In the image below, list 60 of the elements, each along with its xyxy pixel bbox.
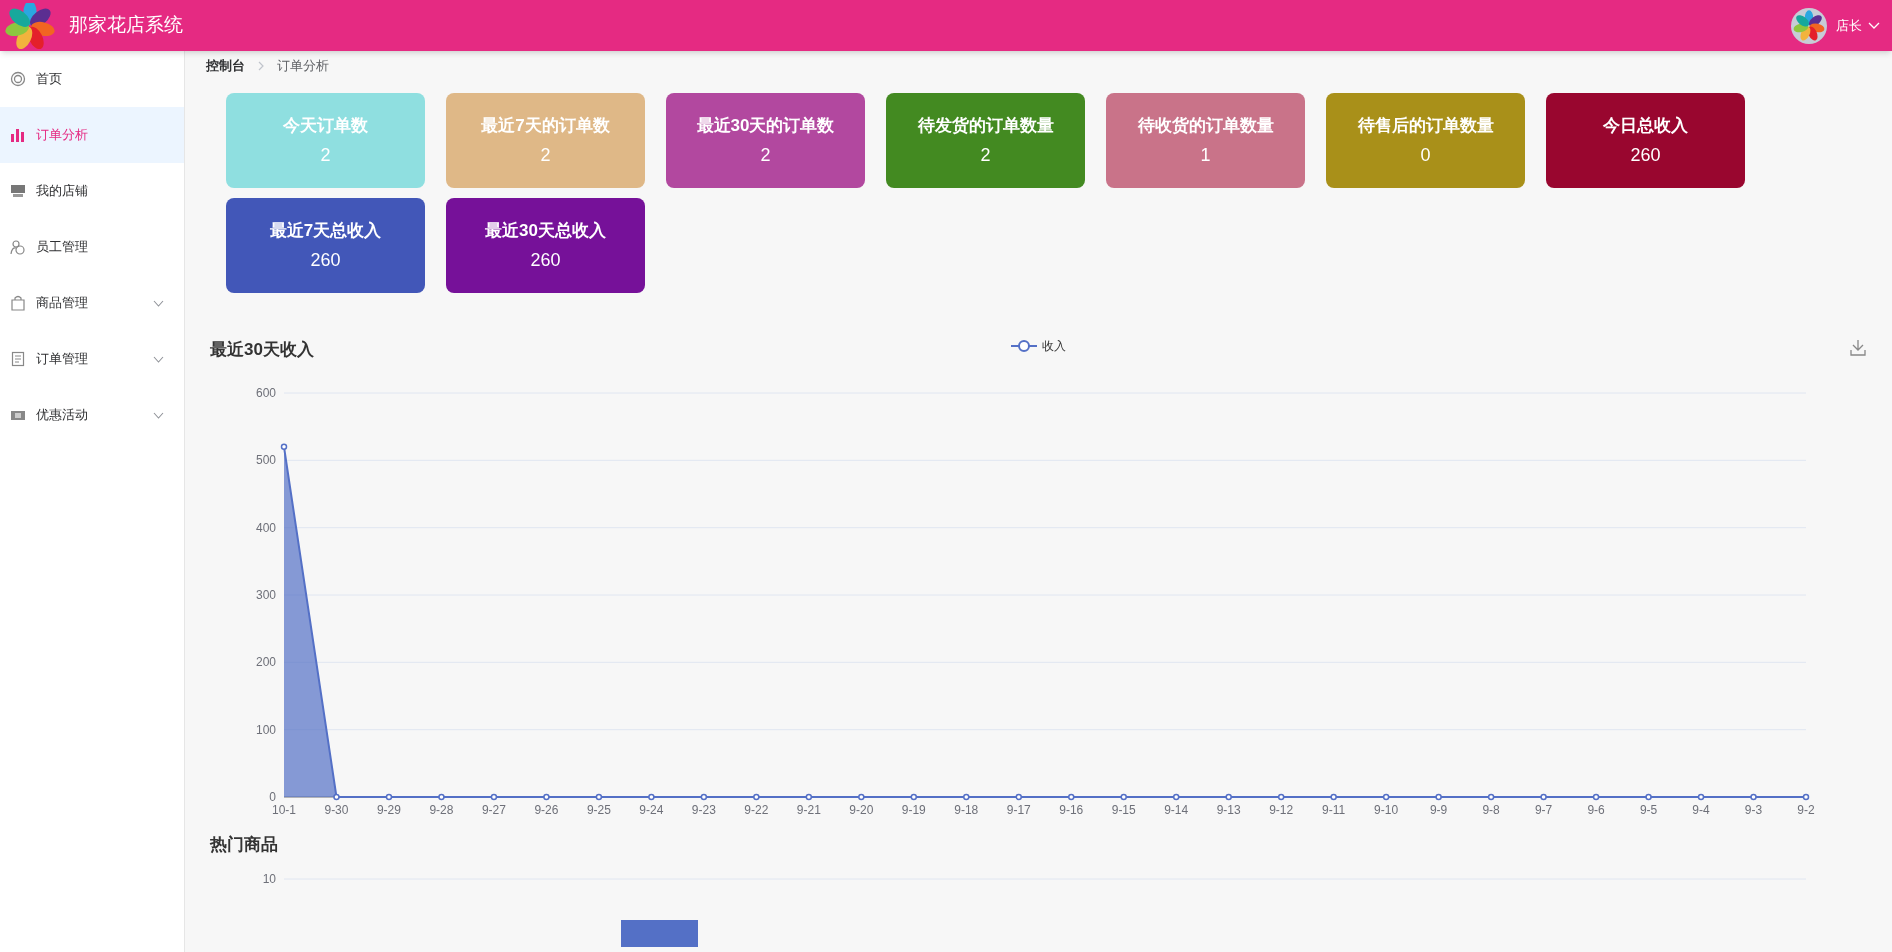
axis-label: 9-29 bbox=[376, 803, 401, 817]
axis-label: 9-10 bbox=[1374, 803, 1399, 817]
axis-label: 9-8 bbox=[1482, 803, 1500, 817]
chart-title: 最近30天收入 bbox=[209, 339, 314, 362]
card-title: 今日总收入 bbox=[1603, 114, 1688, 137]
axis-label: 9-28 bbox=[429, 803, 454, 817]
axis-label: 9-16 bbox=[1059, 803, 1084, 817]
axis-label: 9-13 bbox=[1216, 803, 1241, 817]
chart-title: 热门商品 bbox=[209, 834, 279, 856]
axis-label: 9-7 bbox=[1534, 803, 1553, 817]
card-value: 2 bbox=[980, 143, 991, 167]
card-value: 260 bbox=[310, 248, 341, 272]
axis-label: 10 bbox=[262, 872, 276, 886]
axis-label: 9-9 bbox=[1429, 803, 1448, 817]
card-title: 最近7天总收入 bbox=[269, 219, 382, 242]
card-title: 最近30天总收入 bbox=[485, 219, 606, 242]
card-value: 1 bbox=[1200, 143, 1211, 167]
app-title: 那家花店系统 bbox=[69, 13, 183, 38]
axis-label: 9-17 bbox=[1006, 803, 1031, 817]
axis-label: 9-6 bbox=[1587, 803, 1605, 817]
axis-label: 500 bbox=[255, 453, 276, 468]
axis-label: 9-5 bbox=[1639, 803, 1658, 817]
axis-label: 100 bbox=[255, 722, 276, 737]
card-title: 最近30天的订单数 bbox=[696, 114, 835, 137]
axis-label: 9-14 bbox=[1164, 803, 1189, 817]
axis-label: 600 bbox=[255, 386, 276, 400]
axis-label: 9-23 bbox=[691, 803, 716, 817]
axis-label: 9-30 bbox=[324, 803, 349, 817]
axis-label: 9-12 bbox=[1269, 803, 1294, 817]
axis-label: 9-4 bbox=[1692, 803, 1710, 817]
card-title: 最近7天的订单数 bbox=[481, 114, 610, 137]
card-title: 今天订单数 bbox=[283, 114, 368, 137]
card-value: 2 bbox=[760, 143, 771, 167]
axis-label: 9-21 bbox=[796, 803, 821, 817]
axis-label: 9-19 bbox=[901, 803, 926, 817]
axis-label: 300 bbox=[255, 588, 276, 602]
breadcrumb-current: 订单分析 bbox=[277, 56, 329, 75]
card-value: 260 bbox=[530, 248, 561, 272]
axis-label: 9-3 bbox=[1744, 803, 1763, 817]
axis-label: 9-18 bbox=[954, 803, 979, 817]
card-title: 待发货的订单数量 bbox=[917, 114, 1054, 137]
axis-label: 9-2 bbox=[1797, 803, 1815, 817]
axis-label: 200 bbox=[255, 655, 276, 670]
axis-label: 10-1 bbox=[272, 803, 296, 817]
card-value: 0 bbox=[1420, 143, 1431, 167]
axis-label: 9-26 bbox=[534, 803, 559, 817]
axis-label: 9-25 bbox=[586, 803, 611, 817]
axis-label: 0 bbox=[269, 790, 276, 804]
axis-label: 9-22 bbox=[744, 803, 769, 817]
card-value: 2 bbox=[320, 143, 331, 167]
card-value: 260 bbox=[1630, 143, 1661, 167]
axis-label: 9-11 bbox=[1322, 803, 1346, 817]
axis-label: 400 bbox=[255, 520, 276, 535]
card-value: 2 bbox=[540, 143, 551, 167]
axis-label: 9-15 bbox=[1111, 803, 1136, 817]
card-title: 待收货的订单数量 bbox=[1137, 114, 1274, 137]
axis-label: 9-24 bbox=[639, 803, 664, 817]
axis-label: 9-27 bbox=[481, 803, 506, 817]
axis-label: 9-20 bbox=[849, 803, 874, 817]
card-title: 待售后的订单数量 bbox=[1357, 114, 1494, 137]
